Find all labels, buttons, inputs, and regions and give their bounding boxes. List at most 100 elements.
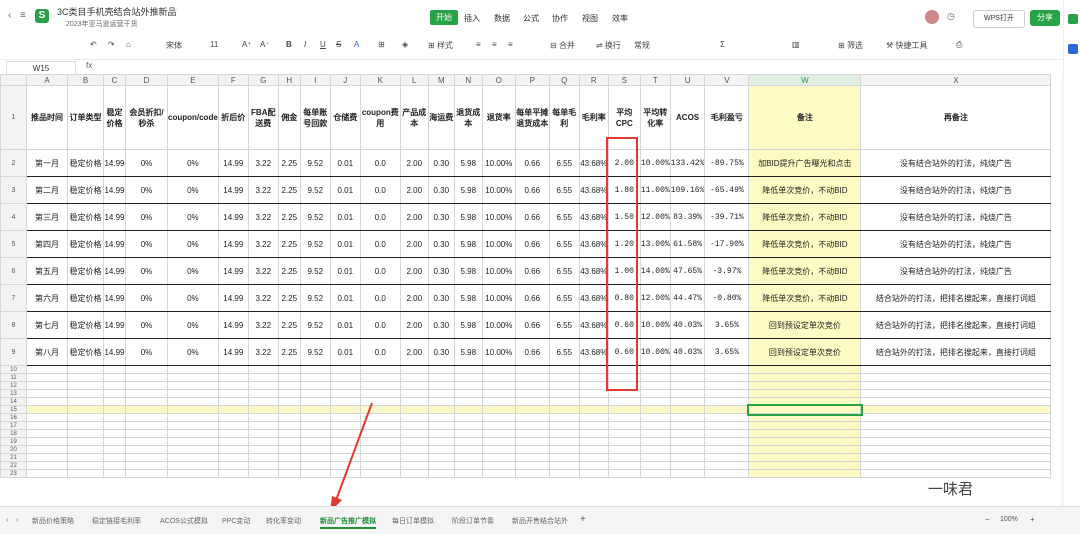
table-cell[interactable]: 14.99 xyxy=(103,284,126,312)
row-header[interactable]: 4 xyxy=(0,203,27,231)
header-cell[interactable]: 每单平摊退货成本 xyxy=(514,85,550,150)
empty-cell[interactable] xyxy=(860,413,1052,422)
empty-cell[interactable] xyxy=(26,381,68,390)
row-header[interactable]: 3 xyxy=(0,176,27,204)
empty-cell[interactable] xyxy=(514,461,550,470)
empty-cell[interactable] xyxy=(217,429,249,438)
spreadsheet-grid[interactable]: A B C D E F G H I J K L M N O P Q R S T U V W X 1 推品时间 订单类型 稳定价格 会员折… xyxy=(0,74,1060,506)
menu-icon[interactable]: ≡ xyxy=(20,10,26,21)
empty-cell[interactable] xyxy=(217,445,249,454)
wrap-button[interactable]: ⇌ 换行 xyxy=(596,40,621,51)
header-cell[interactable]: 毛利率 xyxy=(578,85,609,150)
table-cell[interactable]: 没有结合站外的打法，纯烧广告 xyxy=(860,149,1052,177)
table-cell[interactable]: 43.68% xyxy=(578,284,609,312)
empty-cell[interactable] xyxy=(67,453,104,462)
empty-cell[interactable] xyxy=(481,365,516,374)
empty-cell[interactable] xyxy=(669,365,706,374)
table-cell[interactable]: 12.00% xyxy=(639,284,671,312)
empty-cell[interactable] xyxy=(639,461,671,470)
star-icon[interactable]: ☆ xyxy=(170,5,178,16)
empty-cell[interactable] xyxy=(481,381,516,390)
empty-cell[interactable] xyxy=(167,389,219,398)
empty-cell[interactable] xyxy=(399,389,429,398)
empty-cell[interactable] xyxy=(399,421,429,430)
empty-cell[interactable] xyxy=(578,437,609,446)
empty-cell[interactable] xyxy=(277,429,301,438)
table-cell[interactable]: 0% xyxy=(167,257,219,285)
empty-cell[interactable] xyxy=(704,429,750,438)
document-title[interactable]: 3C类目手机壳结合站外推新品 xyxy=(57,5,177,18)
sheet-tab[interactable]: 新品开售结合站外 xyxy=(512,516,568,526)
empty-cell[interactable] xyxy=(427,405,455,414)
empty-cell[interactable] xyxy=(453,453,483,462)
table-cell[interactable]: 14.99 xyxy=(103,230,126,258)
header-cell[interactable]: 海运费 xyxy=(427,85,455,150)
column-header[interactable]: O xyxy=(481,74,516,86)
column-header[interactable]: E xyxy=(167,74,219,86)
empty-cell[interactable] xyxy=(669,461,706,470)
table-cell[interactable]: 6.55 xyxy=(548,230,580,258)
table-cell[interactable]: 14.99 xyxy=(103,149,126,177)
empty-cell[interactable] xyxy=(217,469,249,478)
row-header[interactable]: 20 xyxy=(0,445,27,454)
style-button[interactable]: ⊞ 样式 xyxy=(428,40,453,51)
column-header[interactable]: G xyxy=(247,74,279,86)
empty-cell[interactable] xyxy=(639,429,671,438)
table-cell[interactable]: 3.22 xyxy=(247,176,279,204)
table-cell[interactable]: -39.71% xyxy=(704,203,750,231)
row-header[interactable]: 12 xyxy=(0,381,27,390)
sheet-tab[interactable]: PPC变动 xyxy=(222,516,250,526)
empty-cell[interactable] xyxy=(217,397,249,406)
empty-cell[interactable] xyxy=(167,397,219,406)
table-cell[interactable]: 没有结合站外的打法，纯烧广告 xyxy=(860,230,1052,258)
empty-cell[interactable] xyxy=(860,381,1052,390)
table-cell[interactable]: 0.01 xyxy=(329,311,361,339)
table-cell[interactable]: 没有结合站外的打法，纯烧广告 xyxy=(860,257,1052,285)
empty-cell[interactable] xyxy=(548,429,580,438)
row-header[interactable]: 10 xyxy=(0,365,27,374)
empty-cell[interactable] xyxy=(103,373,126,382)
empty-cell[interactable] xyxy=(167,461,219,470)
empty-cell[interactable] xyxy=(399,469,429,478)
empty-cell[interactable] xyxy=(26,373,68,382)
undo-icon[interactable]: ↶ xyxy=(90,40,97,49)
empty-cell[interactable] xyxy=(359,381,401,390)
menu-view[interactable]: 视图 xyxy=(582,13,598,24)
empty-cell[interactable] xyxy=(167,413,219,422)
table-cell[interactable]: 6.55 xyxy=(548,257,580,285)
table-cell[interactable]: 第八月 xyxy=(26,338,68,366)
empty-cell[interactable] xyxy=(277,421,301,430)
empty-cell[interactable] xyxy=(607,413,641,422)
table-cell[interactable]: 43.68% xyxy=(578,203,609,231)
table-cell[interactable]: 11.00% xyxy=(639,176,671,204)
print-icon[interactable]: ⎙ xyxy=(956,40,962,50)
column-header[interactable]: F xyxy=(217,74,249,86)
empty-cell[interactable] xyxy=(26,453,68,462)
empty-cell[interactable] xyxy=(514,389,550,398)
empty-cell[interactable] xyxy=(67,405,104,414)
table-cell[interactable]: 加BID提升广告曝光和点击 xyxy=(748,149,862,177)
empty-cell[interactable] xyxy=(548,389,580,398)
table-cell[interactable]: 9.52 xyxy=(299,311,331,339)
column-header[interactable]: S xyxy=(607,74,641,86)
empty-cell[interactable] xyxy=(453,397,483,406)
row-header[interactable]: 22 xyxy=(0,461,27,470)
empty-cell[interactable] xyxy=(217,373,249,382)
empty-cell[interactable] xyxy=(217,365,249,374)
menu-efficiency[interactable]: 效率 xyxy=(612,13,628,24)
empty-cell[interactable] xyxy=(453,421,483,430)
quick-tools-button[interactable]: ⚒ 快捷工具 xyxy=(886,40,927,51)
table-cell[interactable]: 第四月 xyxy=(26,230,68,258)
header-cell[interactable]: 备注 xyxy=(748,85,862,150)
empty-cell[interactable] xyxy=(26,389,68,398)
empty-cell[interactable] xyxy=(669,437,706,446)
font-size-select[interactable]: 11 xyxy=(210,40,218,49)
empty-cell[interactable] xyxy=(860,365,1052,374)
empty-cell[interactable] xyxy=(860,397,1052,406)
empty-cell[interactable] xyxy=(399,437,429,446)
empty-cell[interactable] xyxy=(453,373,483,382)
empty-cell[interactable] xyxy=(453,381,483,390)
empty-cell[interactable] xyxy=(704,381,750,390)
row-header[interactable]: 14 xyxy=(0,397,27,406)
header-cell[interactable]: 折后价 xyxy=(217,85,249,150)
